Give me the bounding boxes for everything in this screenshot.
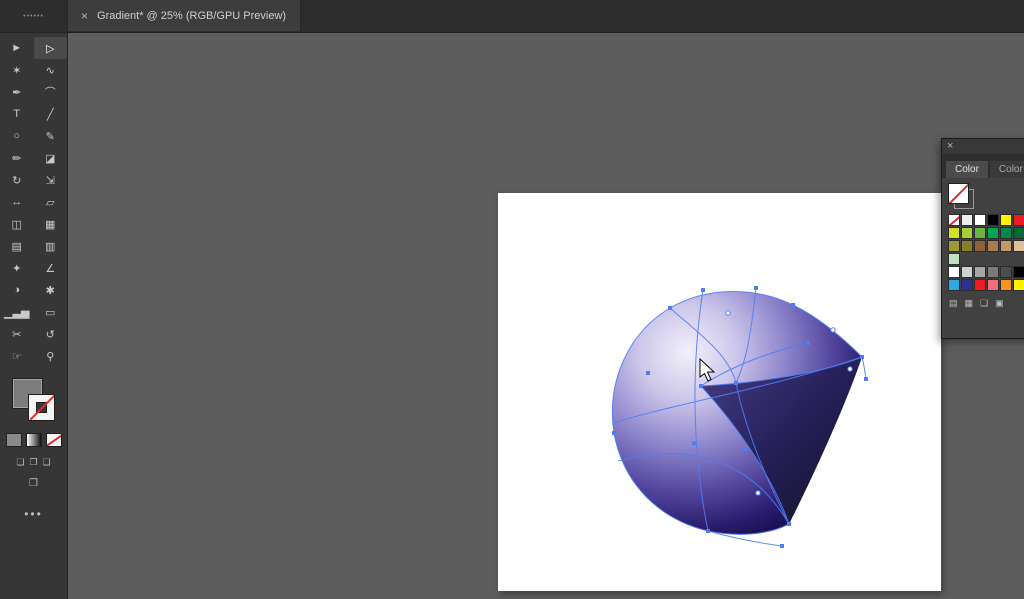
ellipse-tool[interactable]: ○: [0, 125, 34, 147]
swatch[interactable]: [974, 240, 986, 252]
zoom-tool[interactable]: ⚲: [34, 345, 68, 367]
swatch[interactable]: [1000, 279, 1012, 291]
swatch[interactable]: [1000, 240, 1012, 252]
tool-grid: ►▷✶∿✒⌒T╱○✎✏◪↻⇲↔▱◫▦▤▥✦∠◑✱▁▃▅▭✂↺☞⚲: [0, 33, 67, 367]
swatch[interactable]: [948, 266, 960, 278]
selection-tool[interactable]: ►: [0, 37, 34, 59]
artboard-tool[interactable]: ▭: [34, 301, 68, 323]
panel-body: ▤ ▦ ❑ ▣: [942, 178, 1024, 313]
measure-tool[interactable]: ∠: [34, 257, 68, 279]
magic-wand-tool[interactable]: ✶: [0, 59, 34, 81]
draw-mode-icon-2[interactable]: ❏: [43, 457, 51, 468]
swatch[interactable]: [987, 227, 999, 239]
panel-tab-color-g[interactable]: Color G: [990, 161, 1024, 178]
swatch[interactable]: [974, 266, 986, 278]
draw-mode-icon-0[interactable]: ❏: [16, 457, 24, 468]
none-button[interactable]: [46, 433, 62, 447]
swatch[interactable]: [987, 279, 999, 291]
swatch-kinds-icon[interactable]: ▦: [965, 298, 974, 309]
eyedropper-tool[interactable]: ✦: [0, 257, 34, 279]
new-swatch-icon[interactable]: ▣: [995, 298, 1004, 309]
artboard[interactable]: [498, 193, 941, 591]
swatch-grid: [948, 214, 1024, 291]
appearance-buttons: [0, 433, 67, 447]
tab-close-icon[interactable]: ×: [81, 10, 88, 22]
swatch[interactable]: [961, 266, 973, 278]
stroke-proxy[interactable]: [28, 394, 55, 421]
column-graph-tool[interactable]: ▁▃▅: [0, 301, 34, 323]
gradient-mesh-artwork[interactable]: [498, 193, 941, 591]
draw-mode-buttons: ❏ ❐ ❏: [0, 457, 67, 468]
line-segment-tool[interactable]: ╱: [34, 103, 68, 125]
swatch[interactable]: [948, 253, 960, 265]
direct-selection-tool[interactable]: ▷: [34, 37, 68, 59]
swatch[interactable]: [987, 214, 999, 226]
rotate-tool[interactable]: ↻: [0, 169, 34, 191]
swatch[interactable]: [961, 240, 973, 252]
swatch[interactable]: [1000, 214, 1012, 226]
slice-tool[interactable]: ✂: [0, 323, 34, 345]
gradient-button[interactable]: [26, 433, 42, 447]
paintbrush-tool[interactable]: ✎: [34, 125, 68, 147]
shaper-tool[interactable]: ✏: [0, 147, 34, 169]
curvature-tool[interactable]: ⌒: [34, 81, 68, 103]
swatch[interactable]: [1000, 227, 1012, 239]
swatch[interactable]: [1013, 279, 1024, 291]
eraser-tool[interactable]: ◪: [34, 147, 68, 169]
color-button[interactable]: [6, 433, 22, 447]
document-tab[interactable]: × Gradient* @ 25% (RGB/GPU Preview): [67, 0, 301, 31]
gradient-tool[interactable]: ▥: [34, 235, 68, 257]
panel-header[interactable]: ×: [942, 139, 1024, 155]
scale-tool[interactable]: ⇲: [34, 169, 68, 191]
swatch[interactable]: [974, 214, 986, 226]
document-tab-bar: × Gradient* @ 25% (RGB/GPU Preview): [0, 0, 1024, 33]
symbol-sprayer-tool[interactable]: ✱: [34, 279, 68, 301]
draw-mode-icon-1[interactable]: ❐: [29, 457, 37, 468]
swatch[interactable]: [961, 279, 973, 291]
mesh-tool[interactable]: ▤: [0, 235, 34, 257]
swatch[interactable]: [961, 214, 973, 226]
swatch-none[interactable]: [948, 214, 960, 226]
free-transform-tool[interactable]: ▱: [34, 191, 68, 213]
swatch[interactable]: [948, 227, 960, 239]
edit-toolbar-button[interactable]: •••: [0, 507, 67, 521]
screen-mode-button[interactable]: ❐: [0, 478, 67, 489]
swatch[interactable]: [974, 227, 986, 239]
fill-stroke-widget[interactable]: [11, 379, 57, 423]
panel-footer: ▤ ▦ ❑ ▣: [948, 298, 1024, 309]
panel-fill-stroke-proxy[interactable]: [948, 183, 974, 209]
hand-tool[interactable]: ☞: [0, 345, 34, 367]
swatch[interactable]: [1013, 266, 1024, 278]
blend-tool[interactable]: ◑: [0, 279, 34, 301]
swatch[interactable]: [974, 279, 986, 291]
swatch[interactable]: [948, 279, 960, 291]
swatch[interactable]: [948, 240, 960, 252]
swatch[interactable]: [1013, 240, 1024, 252]
rotate-view-tool[interactable]: ↺: [34, 323, 68, 345]
swatch[interactable]: [987, 240, 999, 252]
libraries-icon[interactable]: ▤: [949, 298, 958, 309]
panel-fill-proxy-none[interactable]: [948, 183, 969, 204]
swatch[interactable]: [961, 227, 973, 239]
swatch[interactable]: [1013, 214, 1024, 226]
panel-close-icon[interactable]: ×: [947, 141, 953, 152]
document-tab-title: Gradient* @ 25% (RGB/GPU Preview): [97, 10, 286, 22]
pen-tool[interactable]: ✒: [0, 81, 34, 103]
swatches-panel: × ColorColor G ▤ ▦ ❑ ▣: [941, 138, 1024, 339]
toolbar-grip[interactable]: ••••••: [0, 0, 67, 33]
swatch[interactable]: [987, 266, 999, 278]
perspective-grid-tool[interactable]: ▦: [34, 213, 68, 235]
swatch[interactable]: [1000, 266, 1012, 278]
none-slash-icon: [29, 394, 54, 420]
panel-tab-color[interactable]: Color: [946, 161, 988, 178]
illustrator-window: { "window": { "tab": { "close_glyph": "×…: [0, 0, 1024, 599]
tools-panel: •••••• ►▷✶∿✒⌒T╱○✎✏◪↻⇲↔▱◫▦▤▥✦∠◑✱▁▃▅▭✂↺☞⚲ …: [0, 0, 68, 599]
shape-builder-tool[interactable]: ◫: [0, 213, 34, 235]
new-swatch-group-icon[interactable]: ❑: [980, 298, 988, 309]
width-tool[interactable]: ↔: [0, 191, 34, 213]
swatch[interactable]: [1013, 227, 1024, 239]
panel-tabs: ColorColor G: [942, 155, 1024, 178]
lasso-tool[interactable]: ∿: [34, 59, 68, 81]
type-tool[interactable]: T: [0, 103, 34, 125]
